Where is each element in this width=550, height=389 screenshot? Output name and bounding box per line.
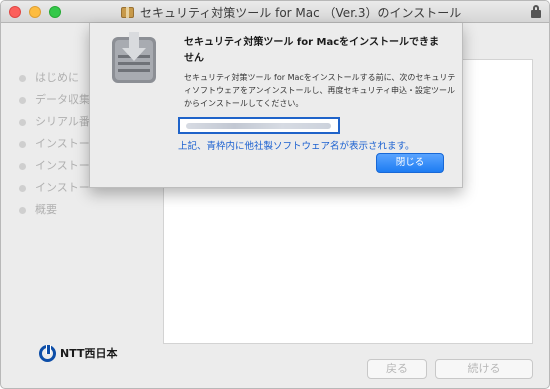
step-item: データ収集 <box>15 89 90 111</box>
dialog-title: セキュリティ対策ツール for Macをインストールできません <box>184 37 439 64</box>
step-bullet-icon <box>19 207 26 214</box>
step-label: はじめに <box>35 71 79 84</box>
step-bullet-icon <box>19 119 26 126</box>
step-bullet-icon <box>19 75 26 82</box>
title-bar[interactable]: セキュリティ対策ツール for Mac （Ver.3）のインストール <box>1 1 549 23</box>
ntt-logo-icon <box>39 344 56 362</box>
error-dialog: セキュリティ対策ツール for Macをインストールできません セキュリティ対策… <box>89 23 463 188</box>
step-item: 概要 <box>15 199 90 221</box>
ntt-logo-text: NTT西日本 <box>60 347 118 360</box>
installer-steps: はじめに データ収集 シリアル番 インストー インストー インストー 概要 <box>15 67 90 221</box>
step-label: インストー <box>35 137 90 150</box>
lock-icon[interactable] <box>531 5 541 18</box>
package-icon <box>121 7 134 18</box>
software-name-field <box>178 117 340 134</box>
step-item: インストー <box>15 133 90 155</box>
step-label: シリアル番 <box>35 115 90 128</box>
step-bullet-icon <box>19 185 26 192</box>
step-item: シリアル番 <box>15 111 90 133</box>
redacted-software-name <box>186 123 331 129</box>
step-label: インストー <box>35 181 90 194</box>
step-item: インストー <box>15 177 90 199</box>
dialog-message: セキュリティ対策ツール for Macをインストールする前に、次のセキュリティソ… <box>184 73 456 108</box>
continue-button[interactable]: 続ける <box>435 359 533 379</box>
step-item: インストー <box>15 155 90 177</box>
zoom-window-button[interactable] <box>49 6 61 18</box>
minimize-window-button[interactable] <box>29 6 41 18</box>
ntt-logo: NTT西日本 <box>39 344 117 362</box>
step-bullet-icon <box>19 163 26 170</box>
step-label: データ収集 <box>35 93 90 106</box>
step-bullet-icon <box>19 97 26 104</box>
step-label: インストー <box>35 159 90 172</box>
window-title-text: セキュリティ対策ツール for Mac （Ver.3）のインストール <box>140 6 462 20</box>
installer-icon <box>112 32 156 83</box>
step-bullet-icon <box>19 141 26 148</box>
window-title: セキュリティ対策ツール for Mac （Ver.3）のインストール <box>121 4 461 21</box>
annotation-note: 上記、青枠内に他社製ソフトウェア名が表示されます。 <box>178 141 415 152</box>
installer-window: セキュリティ対策ツール for Mac （Ver.3）のインストール はじめに … <box>0 0 550 389</box>
step-label: 概要 <box>35 203 57 216</box>
close-window-button[interactable] <box>9 6 21 18</box>
step-item: はじめに <box>15 67 90 89</box>
back-button[interactable]: 戻る <box>367 359 427 379</box>
close-button[interactable]: 閉じる <box>376 153 444 173</box>
